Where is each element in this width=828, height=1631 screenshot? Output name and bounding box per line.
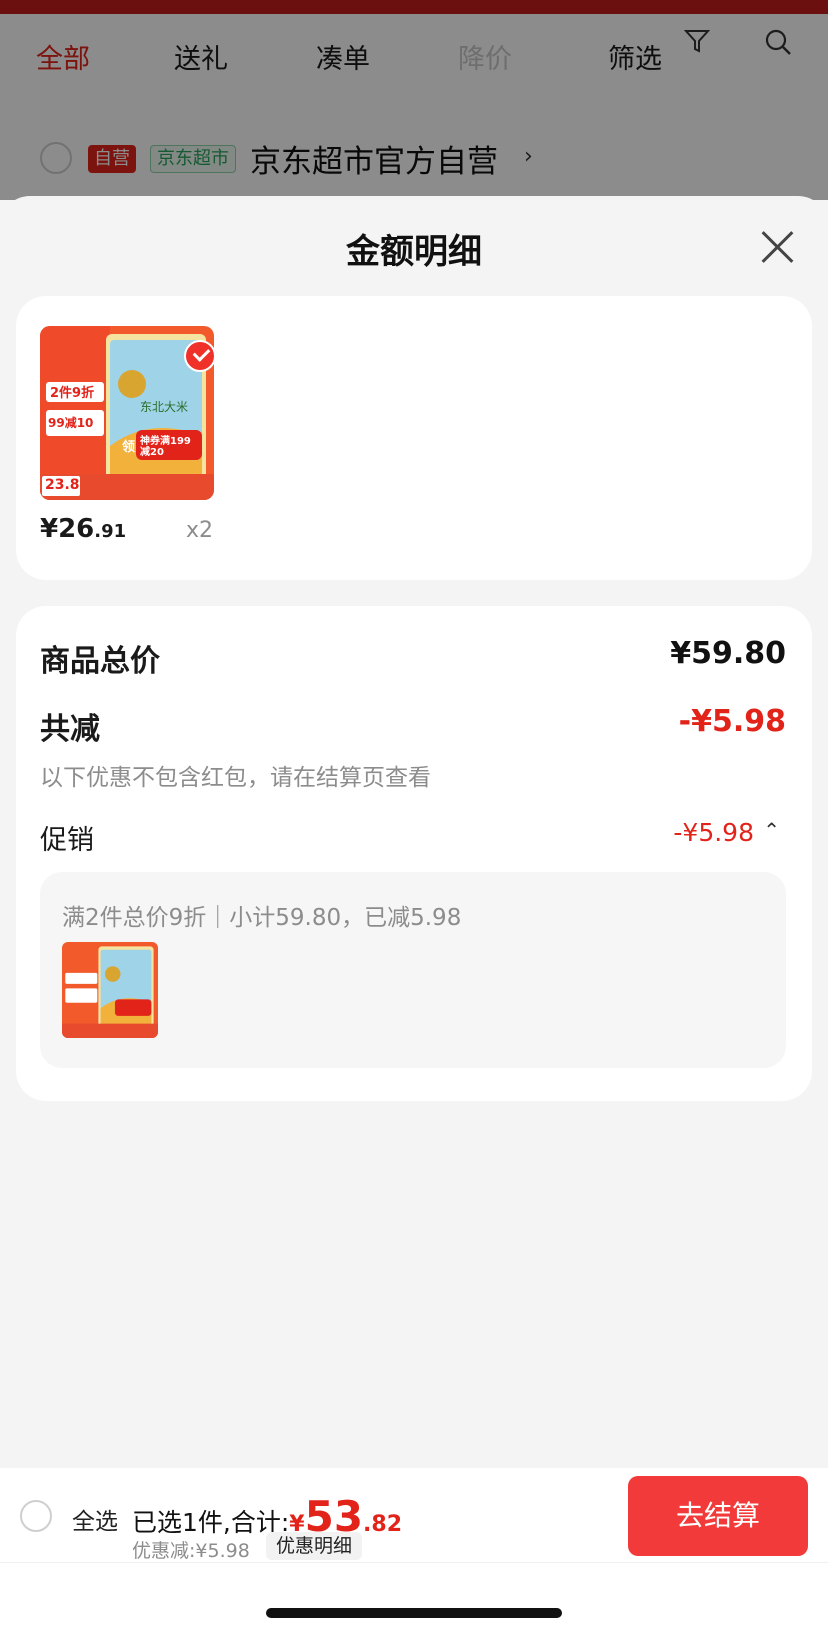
product-price-decimal: .91 xyxy=(94,521,127,542)
product-quantity: x2 xyxy=(186,518,214,543)
checkout-bar: 全选 已选1件,合计:¥53.82 优惠减:¥5.98 优惠明细 去结算 xyxy=(0,1468,828,1562)
close-icon[interactable] xyxy=(758,226,798,266)
discount-note: 以下优惠不包含红包，请在结算页查看 xyxy=(40,765,431,791)
checkout-button[interactable]: 去结算 xyxy=(628,1476,808,1556)
coupon-image-text: 神券满199减20 xyxy=(140,436,191,458)
promotion-label: 促销 xyxy=(40,825,94,856)
total-price-value: ¥59.80 xyxy=(670,636,786,671)
checked-icon[interactable] xyxy=(184,340,216,372)
selected-text: 已选1件,合计: xyxy=(132,1508,290,1537)
promo-image-text: 2件9折 xyxy=(50,386,95,401)
bottom-price-image-text: 23.8 xyxy=(45,477,80,493)
price-summary-card: 商品总价 ¥59.80 共减 -¥5.98 以下优惠不包含红包，请在结算页查看 … xyxy=(16,606,812,1101)
promotion-description: 满2件总价9折｜小计59.80，已减5.98 xyxy=(62,905,462,931)
product-card: 2件9折 99减10 东北大米 领 神券满199减20 23.8 ¥26.91 … xyxy=(16,296,812,580)
coupon-prefix-text: 领 xyxy=(122,440,136,455)
promotion-product-image[interactable] xyxy=(62,942,158,1038)
total-decimal: .82 xyxy=(363,1512,403,1537)
home-indicator-area xyxy=(0,1562,828,1631)
discount-image-text: 99减10 xyxy=(48,416,94,430)
total-price-label: 商品总价 xyxy=(40,644,160,679)
home-indicator[interactable] xyxy=(266,1608,562,1618)
select-all-radio[interactable] xyxy=(20,1500,52,1532)
product-price-main: ¥26 xyxy=(40,514,95,544)
sheet-title: 金额明细 xyxy=(346,232,482,272)
total-reduce-value: -¥5.98 xyxy=(678,704,786,739)
discount-detail-button[interactable]: 优惠明细 xyxy=(266,1532,363,1560)
modal-overlay[interactable] xyxy=(0,0,828,200)
product-price: ¥26.91 xyxy=(40,514,126,544)
brand-image-text: 东北大米 xyxy=(140,400,189,414)
select-all-label[interactable]: 全选 xyxy=(72,1502,118,1536)
promotion-detail-box: 满2件总价9折｜小计59.80，已减5.98 xyxy=(40,872,786,1068)
discount-summary: 优惠减:¥5.98 xyxy=(132,1540,250,1562)
chevron-up-icon[interactable]: ⌃ xyxy=(763,818,780,842)
promotion-value[interactable]: -¥5.98 xyxy=(673,818,754,847)
amount-detail-sheet: 金额明细 2件9折 99减10 东北大米 领 神券满199减20 23.8 ¥2… xyxy=(0,196,828,1468)
total-reduce-label: 共减 xyxy=(40,712,100,747)
